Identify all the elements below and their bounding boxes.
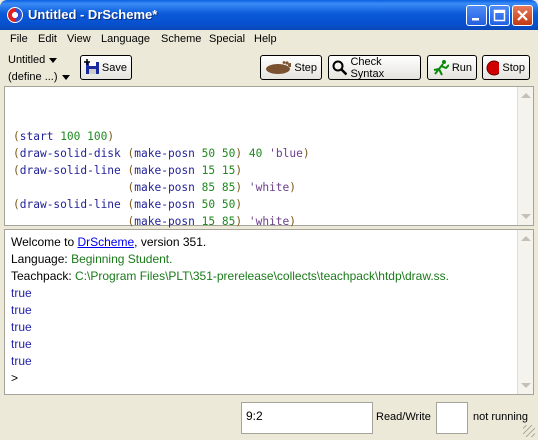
file-dropdown[interactable]: Untitled	[8, 54, 58, 66]
menu-edit[interactable]: Edit	[38, 33, 57, 45]
code-line: (make-posn 15 85) 'white)	[127, 215, 297, 228]
define-dropdown[interactable]: (define ...)	[8, 71, 70, 83]
close-icon	[517, 10, 528, 21]
menu-view[interactable]: View	[67, 33, 91, 45]
check-syntax-button[interactable]: Check Syntax	[328, 55, 421, 80]
menu-file[interactable]: File	[10, 33, 28, 45]
definitions-scrollbar[interactable]	[517, 87, 533, 225]
result-line: true	[11, 303, 32, 317]
run-label: Run	[451, 61, 472, 74]
drscheme-link[interactable]: DrScheme	[77, 235, 134, 249]
menu-bar: File Edit View Language Scheme Special H…	[4, 30, 534, 48]
code-line: (draw-solid-disk (make-posn 50 50) 40 'b…	[13, 147, 310, 160]
file-dropdown-label: Untitled	[8, 54, 46, 66]
drscheme-logo-icon	[7, 7, 23, 23]
running-status: not running	[473, 411, 529, 423]
scroll-up-icon[interactable]	[521, 93, 531, 98]
result-line: true	[11, 354, 32, 368]
maximize-icon	[493, 9, 506, 22]
code-line: (make-posn 85 85) 'white)	[127, 181, 297, 194]
language-value: Beginning Student.	[71, 252, 173, 266]
interactions-scrollbar[interactable]	[517, 230, 533, 394]
menu-special[interactable]: Special	[209, 33, 245, 45]
interactions-pane[interactable]: Welcome to DrScheme, version 351. Langua…	[4, 229, 534, 395]
save-disk-icon	[84, 59, 99, 74]
window-title: Untitled - DrScheme*	[28, 7, 158, 22]
stop-icon	[486, 60, 500, 75]
welcome-line: Welcome to DrScheme, version 351.	[11, 234, 206, 251]
scroll-down-icon[interactable]	[521, 214, 531, 219]
dropdown-arrow-icon	[61, 74, 70, 80]
code-line: (draw-solid-line (make-posn 15 15)	[13, 164, 243, 177]
maximize-button[interactable]	[489, 5, 510, 26]
running-indicator	[436, 402, 468, 434]
welcome-prefix: Welcome to	[11, 235, 78, 249]
code-line: (start 100 100)	[13, 130, 115, 143]
step-label: Step	[294, 61, 317, 74]
save-label: Save	[101, 61, 127, 74]
magnifier-icon	[332, 60, 348, 75]
teachpack-label: Teachpack:	[11, 269, 76, 283]
result-line: true	[11, 337, 32, 351]
definitions-editor[interactable]: (start 100 100) (draw-solid-disk (make-po…	[4, 86, 534, 245]
running-man-icon	[433, 60, 449, 76]
save-button[interactable]: Save	[80, 55, 132, 80]
resize-grip-icon[interactable]	[523, 425, 535, 437]
language-line: Language: Beginning Student.	[11, 251, 172, 268]
cursor-position-field: 9:2	[241, 402, 373, 434]
menu-language[interactable]: Language	[101, 33, 150, 45]
title-bar: Untitled - DrScheme*	[0, 0, 538, 30]
teachpack-value: C:\Program Files\PLT\351-prerelease\coll…	[75, 269, 449, 283]
welcome-suffix: , version 351.	[134, 235, 207, 249]
scroll-up-icon[interactable]	[521, 236, 531, 241]
menu-help[interactable]: Help	[254, 33, 277, 45]
menu-scheme[interactable]: Scheme	[161, 33, 201, 45]
teachpack-line: Teachpack: C:\Program Files\PLT\351-prer…	[11, 268, 449, 285]
stop-label: Stop	[502, 61, 525, 74]
result-line: true	[11, 320, 32, 334]
step-button[interactable]: Step	[260, 55, 322, 80]
footprint-icon	[266, 61, 292, 74]
stop-button[interactable]: Stop	[482, 55, 530, 80]
run-button[interactable]: Run	[427, 55, 477, 80]
result-line: true	[11, 286, 32, 300]
minimize-button[interactable]	[466, 5, 487, 26]
read-write-status: Read/Write	[376, 411, 431, 423]
close-button[interactable]	[512, 5, 533, 26]
language-label: Language:	[11, 252, 72, 266]
minimize-icon	[472, 18, 479, 21]
code-line: (draw-solid-line (make-posn 50 50)	[13, 198, 243, 211]
scroll-down-icon[interactable]	[521, 383, 531, 388]
repl-prompt[interactable]: >	[11, 370, 18, 387]
define-dropdown-label: (define ...)	[8, 71, 58, 83]
check-syntax-label: Check Syntax	[350, 55, 385, 80]
dropdown-arrow-icon	[49, 57, 58, 63]
